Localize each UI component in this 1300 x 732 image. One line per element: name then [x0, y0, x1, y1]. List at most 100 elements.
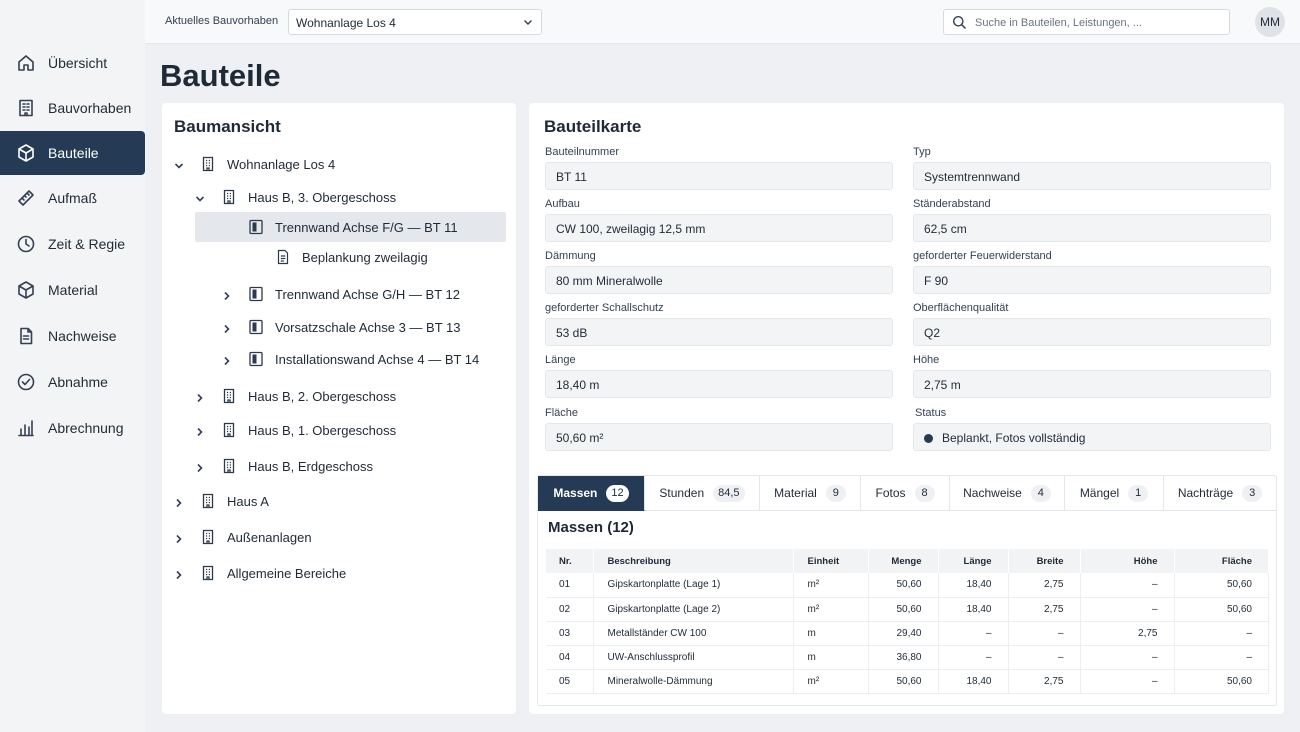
- tab-nachweise[interactable]: Nachweise 4: [950, 476, 1065, 511]
- column-header-einheit[interactable]: Einheit: [793, 549, 869, 573]
- search-input[interactable]: [975, 14, 1225, 31]
- tree-item[interactable]: Trennwand Achse F/G — BT 11: [195, 212, 506, 242]
- nav-item-label: Aufmaß: [48, 190, 98, 206]
- tree-item[interactable]: Haus B, 3. Obergeschoss: [195, 182, 396, 212]
- tab-stunden[interactable]: Stunden 84,5: [645, 476, 760, 511]
- search-box[interactable]: [943, 9, 1230, 35]
- field-label-typ: Typ: [913, 146, 931, 158]
- chevron-down-icon[interactable]: [195, 192, 205, 202]
- column-header-breite[interactable]: Breite: [1008, 549, 1081, 573]
- field-status[interactable]: Beplankt, Fotos vollständig: [913, 423, 1271, 451]
- wall-icon: [248, 351, 264, 367]
- field-label-feuerwiderstand: geforderter Feuerwiderstand: [913, 250, 1052, 262]
- field-label-flaeche: Fläche: [545, 407, 579, 419]
- table-row[interactable]: 04 UW-Anschlussprofil m 36,80– – – –: [546, 645, 1269, 670]
- cell-einheit: m²: [793, 669, 869, 694]
- tree-item[interactable]: Haus B, Erdgeschoss: [195, 451, 373, 481]
- box-icon: [16, 280, 36, 300]
- chevron-right-icon[interactable]: [174, 568, 184, 580]
- nav-item-bauteile[interactable]: Bauteile: [0, 131, 145, 175]
- tree-item[interactable]: Wohnanlage Los 4: [174, 149, 335, 179]
- nav-item-material[interactable]: Material: [0, 268, 145, 312]
- table-row[interactable]: 05 Mineralwolle-Dämmung m² 50,60 18,40 2,75–5…: [546, 669, 1269, 694]
- table-header-row: Nr. Beschreibung Einheit Menge Länge Bre…: [546, 549, 1269, 573]
- field-label-aufbau: Aufbau: [545, 198, 580, 210]
- column-header-beschreibung[interactable]: Beschreibung: [593, 549, 794, 573]
- tree-item-label: Haus B, 2. Obergeschoss: [248, 388, 397, 404]
- nav-item-label: Material: [48, 282, 98, 298]
- nav-item-nachweise[interactable]: Nachweise: [0, 314, 145, 358]
- tree-item[interactable]: Installationswand Achse 4 — BT 14: [222, 344, 479, 374]
- cell-breite: 2,75: [1008, 573, 1081, 598]
- tree-item[interactable]: Haus B, 1. Obergeschoss: [195, 415, 396, 445]
- field-aufbau[interactable]: CW 100, zweilagig 12,5 mm: [545, 214, 893, 242]
- check-circle-icon: [16, 372, 36, 392]
- tree-item[interactable]: Vorsatzschale Achse 3 — BT 13: [222, 312, 460, 342]
- chevron-right-icon[interactable]: [222, 354, 232, 366]
- tree-item-label: Trennwand Achse F/G — BT 11: [275, 219, 458, 235]
- column-header-hoehe[interactable]: Höhe: [1080, 549, 1175, 573]
- table-row[interactable]: 02 Gipskartonplatte (Lage 2) m² 50,60 18,40 2…: [546, 597, 1269, 622]
- nav-item-abrechnung[interactable]: Abrechnung: [0, 406, 145, 450]
- chevron-right-icon[interactable]: [195, 425, 205, 437]
- field-typ[interactable]: Systemtrennwand: [913, 162, 1271, 190]
- tree-item[interactable]: Beplankung zweilagig: [249, 242, 428, 272]
- tab-material[interactable]: Material 9: [760, 476, 861, 511]
- chevron-down-icon[interactable]: [174, 159, 184, 169]
- nav-item-bauvorhaben[interactable]: Bauvorhaben: [0, 86, 145, 130]
- project-select[interactable]: Wohnanlage Los 4: [288, 9, 542, 35]
- tab-massen[interactable]: Massen 12: [538, 476, 645, 511]
- field-bauteilnummer[interactable]: BT 11: [545, 162, 893, 190]
- field-schallschutz[interactable]: 53 dB: [545, 318, 893, 346]
- chevron-right-icon[interactable]: [222, 289, 232, 301]
- column-header-laenge[interactable]: Länge: [938, 549, 1009, 573]
- nav-item-label: Nachweise: [48, 328, 117, 344]
- tab-count-badge: 12: [606, 484, 629, 502]
- nav-item-label: Bauteile: [48, 145, 99, 161]
- top-bar: Aktuelles Bauvorhaben Wohnanlage Los 4 M…: [145, 0, 1300, 44]
- field-flaeche[interactable]: 50,60 m²: [545, 423, 893, 451]
- tree-item[interactable]: Allgemeine Bereiche: [174, 558, 346, 588]
- tree-item-label: Haus B, 1. Obergeschoss: [248, 422, 397, 438]
- tree-item-label: Haus B, Erdgeschoss: [248, 458, 374, 474]
- cell-menge: 29,40: [868, 621, 939, 646]
- tree-item[interactable]: Außenanlagen: [174, 522, 312, 552]
- chevron-right-icon[interactable]: [195, 391, 205, 403]
- field-feuerwiderstand[interactable]: F 90: [913, 266, 1271, 294]
- field-laenge[interactable]: 18,40 m: [545, 370, 893, 398]
- cell-einheit: m: [793, 621, 869, 646]
- tree-item[interactable]: Haus A: [174, 486, 269, 516]
- tree-item[interactable]: Trennwand Achse G/H — BT 12: [222, 279, 460, 309]
- tree-item[interactable]: Haus B, 2. Obergeschoss: [195, 381, 396, 411]
- massen-table: Nr. Beschreibung Einheit Menge Länge Bre…: [546, 549, 1269, 694]
- nav-item-abnahme[interactable]: Abnahme: [0, 360, 145, 404]
- nav-item-aufmass[interactable]: Aufmaß: [0, 176, 145, 220]
- column-header-nr[interactable]: Nr.: [546, 549, 594, 573]
- field-label-schallschutz: geforderter Schallschutz: [545, 302, 664, 314]
- building-icon: [221, 458, 237, 474]
- field-oberflaechenqualitaet[interactable]: Q2: [913, 318, 1271, 346]
- nav-item-zeit-regie[interactable]: Zeit & Regie: [0, 222, 145, 266]
- nav-item-uebersicht[interactable]: Übersicht: [0, 41, 145, 85]
- column-header-menge[interactable]: Menge: [868, 549, 939, 573]
- table-row[interactable]: 03 Metallständer CW 100 m 29,40– –2,75–: [546, 621, 1269, 646]
- chevron-right-icon[interactable]: [174, 532, 184, 544]
- chevron-right-icon[interactable]: [174, 496, 184, 508]
- cell-flaeche: 50,60: [1174, 573, 1269, 598]
- cell-nr: 02: [546, 597, 594, 622]
- chevron-right-icon[interactable]: [222, 322, 232, 334]
- tab-maengel[interactable]: Mängel 1: [1065, 476, 1164, 511]
- cell-flaeche: –: [1174, 645, 1269, 670]
- column-header-flaeche[interactable]: Fläche: [1174, 549, 1269, 573]
- field-hoehe[interactable]: 2,75 m: [913, 370, 1271, 398]
- tab-nachtraege[interactable]: Nachträge 3: [1164, 476, 1277, 511]
- field-daemmung[interactable]: 80 mm Mineralwolle: [545, 266, 893, 294]
- project-select-value: Wohnanlage Los 4: [296, 16, 396, 30]
- field-staenderabstand[interactable]: 62,5 cm: [913, 214, 1271, 242]
- avatar[interactable]: MM: [1255, 7, 1285, 37]
- chevron-right-icon[interactable]: [195, 461, 205, 473]
- table-row[interactable]: 01 Gipskartonplatte (Lage 1) m² 50,60 18,40 2…: [546, 573, 1269, 598]
- building-icon: [221, 388, 237, 404]
- search-icon: [953, 16, 967, 30]
- tab-fotos[interactable]: Fotos 8: [861, 476, 950, 511]
